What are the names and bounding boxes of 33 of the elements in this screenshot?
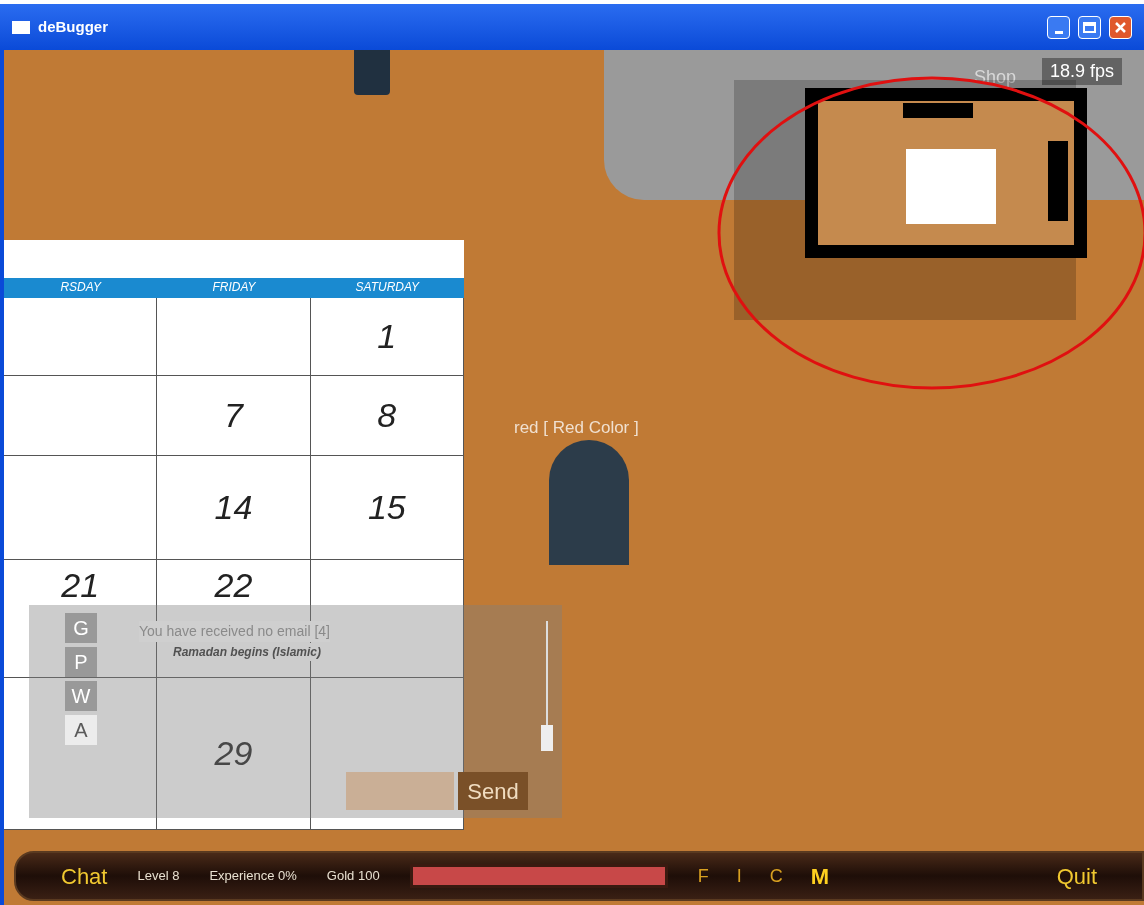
day-number: 1 — [377, 316, 397, 357]
weekday-heading: SATURDAY — [354, 279, 421, 296]
shortcut-button[interactable]: I — [736, 862, 742, 890]
weekday-heading: RSDAY — [59, 279, 103, 296]
day-number: 21 — [61, 565, 100, 606]
close-icon — [1114, 20, 1127, 34]
day-number: 22 — [214, 565, 253, 606]
experience-text: Experience 0% — [209, 867, 297, 886]
chat-button[interactable]: Chat — [61, 859, 108, 893]
weekday-heading: FRIDAY — [211, 279, 257, 296]
shortcut-button[interactable]: F — [697, 862, 709, 890]
close-button[interactable] — [1109, 15, 1132, 39]
chat-input-field[interactable] — [346, 772, 454, 810]
quit-button[interactable]: Quit — [1056, 859, 1097, 893]
window-icon — [12, 20, 30, 34]
currency-text: Gold 100 — [326, 867, 380, 886]
day-number: 8 — [377, 395, 397, 436]
chat-scrollbar[interactable] — [540, 621, 554, 751]
player-name-tag: red [ Red Color ] — [514, 415, 639, 441]
day-number: 29 — [214, 733, 253, 774]
shortcut-button[interactable]: C — [769, 862, 783, 890]
chat-message: You have received no email [4] — [139, 621, 330, 642]
chat-channel-tab[interactable]: A — [65, 715, 97, 745]
minimize-button[interactable] — [1047, 15, 1070, 39]
maximize-button[interactable] — [1078, 15, 1101, 39]
shortcut-button[interactable]: M — [810, 859, 829, 893]
fps-counter: 18.9 fps — [1042, 58, 1123, 85]
day-number: 14 — [214, 487, 253, 528]
day-number: 15 — [367, 487, 406, 528]
send-button[interactable]: Send — [458, 772, 528, 810]
day-number: 7 — [224, 395, 243, 436]
level-text: Level 8 — [137, 867, 180, 886]
window-title: deBugger — [38, 16, 108, 37]
